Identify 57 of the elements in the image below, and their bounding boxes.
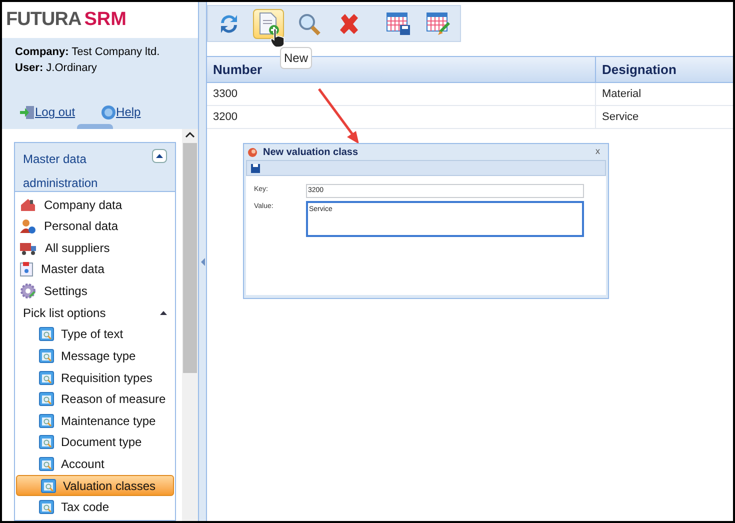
list-window-icon	[39, 457, 54, 472]
person-icon	[20, 218, 36, 234]
table-save-icon	[386, 12, 412, 36]
collapse-button[interactable]	[152, 149, 167, 164]
list-window-icon	[39, 370, 54, 385]
sidebar-item[interactable]: Message type	[15, 345, 175, 367]
sidebar-item[interactable]: Document type	[15, 432, 175, 454]
house-icon	[20, 198, 36, 212]
caret-icon	[156, 154, 163, 158]
list-window-icon	[39, 327, 54, 342]
logout-link[interactable]: Log out	[35, 103, 76, 122]
table-cell: 3200	[207, 106, 596, 128]
help-link[interactable]: Help	[116, 103, 141, 122]
document-icon	[20, 262, 33, 277]
sidebar-item[interactable]: Personal data	[15, 216, 175, 238]
sidebar-item[interactable]: All suppliers	[15, 237, 175, 259]
app-icon	[248, 148, 257, 156]
search-icon	[296, 12, 320, 36]
user-line: User: J.Ordinary	[15, 61, 98, 76]
sidebar-item[interactable]: Type of text	[15, 324, 175, 346]
help-icon	[101, 104, 116, 120]
dialog-title: New valuation class	[263, 146, 360, 160]
list-window-icon	[39, 414, 54, 428]
truck-icon	[20, 240, 37, 255]
hand-cursor-icon	[270, 28, 286, 48]
column-header[interactable]: Designation	[596, 57, 733, 82]
table-cell: 3300	[207, 83, 596, 105]
caret-icon	[200, 258, 204, 266]
table-cell-text: Material	[601, 86, 642, 102]
list-window-icon	[39, 500, 54, 514]
sidebar-item[interactable]: Company data	[15, 194, 175, 216]
table-cell-text: Service	[601, 110, 640, 125]
sidebar-item[interactable]: Tax code	[15, 496, 175, 518]
company-line: Company: Test Company ltd.	[15, 45, 161, 60]
new-document-icon	[258, 12, 280, 36]
sidebar-item[interactable]: Valuation classes	[16, 474, 174, 496]
sidebar-item[interactable]: Account	[15, 453, 175, 475]
sidebar-item[interactable]: Settings	[15, 280, 175, 302]
list-window-icon	[39, 435, 54, 450]
list-window-icon	[41, 478, 56, 493]
list-window-icon	[39, 392, 54, 406]
sidebar-item[interactable]: Reason of measure	[15, 388, 175, 410]
arrow	[318, 88, 360, 145]
tooltip: New	[280, 47, 312, 69]
scrollbar[interactable]	[182, 129, 198, 521]
table-edit-icon	[426, 12, 452, 36]
sidebar-item[interactable]: Master data	[15, 258, 175, 280]
sidebar-item[interactable]: Maintenance type	[15, 410, 175, 432]
panel-title: Master data administration	[23, 151, 99, 192]
sidebar-item[interactable]: Requisition types	[15, 366, 175, 388]
gear-icon	[20, 282, 36, 299]
save-icon[interactable]	[251, 164, 260, 172]
close-button[interactable]: x	[596, 145, 604, 159]
sidebar-group[interactable]: Pick list options	[15, 302, 175, 324]
caret-up-icon	[160, 310, 167, 315]
list-window-icon	[39, 349, 54, 364]
exit-door-icon	[20, 104, 35, 120]
